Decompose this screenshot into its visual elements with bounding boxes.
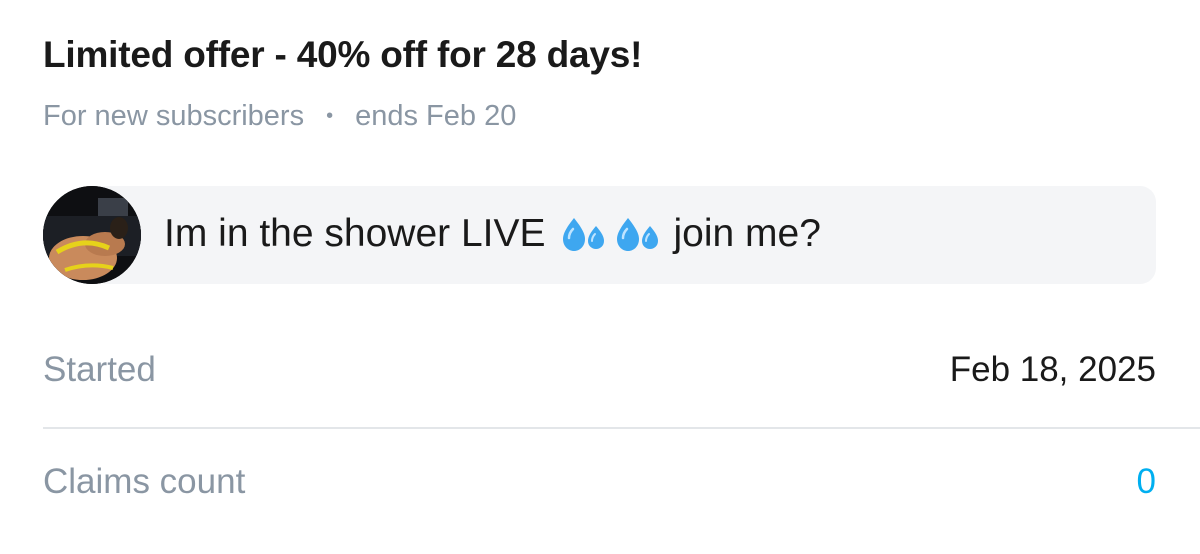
avatar-image	[43, 186, 141, 284]
sweat-droplets-icon	[562, 218, 604, 251]
offer-end-date: ends Feb 20	[355, 100, 517, 132]
started-label: Started	[43, 350, 156, 389]
meta-separator: •	[326, 105, 334, 127]
claims-count-label: Claims count	[43, 462, 246, 501]
divider	[43, 427, 1200, 429]
claims-count-value[interactable]: 0	[1137, 462, 1156, 502]
emoji-group	[560, 214, 664, 254]
sweat-droplets-icon	[616, 218, 658, 251]
started-value: Feb 18, 2025	[949, 350, 1156, 389]
offer-card: Limited offer - 40% off for 28 days! For…	[0, 0, 1200, 554]
avatar[interactable]	[43, 186, 141, 284]
offer-title: Limited offer - 40% off for 28 days!	[43, 34, 643, 75]
offer-audience: For new subscribers	[43, 100, 305, 132]
message-text-end: join me?	[673, 212, 821, 255]
offer-message: Im in the shower LIVE join me?	[43, 186, 1156, 284]
offer-meta: For new subscribers • ends Feb 20	[43, 100, 516, 133]
message-text-start: Im in the shower LIVE	[164, 212, 546, 255]
message-text: Im in the shower LIVE join me?	[164, 212, 821, 256]
